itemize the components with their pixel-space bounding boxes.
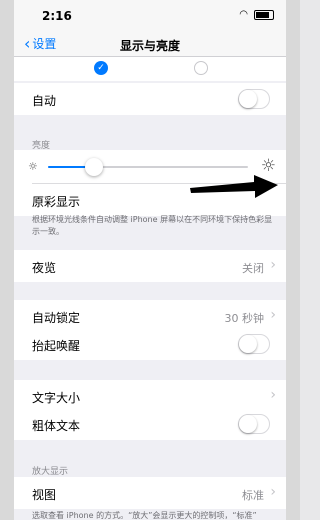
battery-icon [254,10,274,20]
appearance-dark-radio[interactable] [194,61,208,75]
zoom-section-label: 放大显示 [32,467,69,477]
page-title: 显示与亮度 [119,39,180,53]
raise-to-wake-label: 抬起唤醒 [32,339,81,353]
bold-text-toggle[interactable] [238,414,270,434]
auto-appearance-row[interactable]: 自动 [14,83,286,115]
appearance-light-checkmark-icon[interactable]: ✓ [94,61,108,75]
background-left [0,0,14,520]
wifi-icon: ◠ [239,9,248,20]
auto-label: 自动 [32,94,57,108]
status-bar: 2:16 ◠ [14,0,286,30]
chevron-right-icon: › [270,387,276,403]
auto-lock-value: 30 秒钟 [224,312,265,325]
zoom-view-value: 标准 [242,489,264,502]
status-time: 2:16 [42,9,72,23]
status-icons: ◠ [239,10,274,20]
navigation-bar: ‹ 设置 显示与亮度 [14,30,286,57]
annotation-arrow-icon [190,175,278,198]
auto-toggle[interactable] [238,89,270,109]
background-right [286,0,300,520]
raise-to-wake-row[interactable]: 抬起唤醒 [14,328,286,360]
zoom-view-row[interactable]: 视图 标准 › [14,477,286,509]
zoom-footer: 选取查看 iPhone 的方式。“放大”会显示更大的控制项，“标准” [32,511,257,520]
chevron-right-icon: › [270,307,276,323]
true-tone-footer: 根据环境光线条件自动调整 iPhone 屏幕以在不同环境下保持色彩显示一致。 [32,215,273,236]
brightness-slider-thumb[interactable] [85,158,103,176]
true-tone-label: 原彩显示 [32,195,81,209]
auto-lock-label: 自动锁定 [32,311,81,325]
chevron-right-icon: › [270,484,276,500]
appearance-selector: ✓ [14,57,286,81]
bold-text-row[interactable]: 粗体文本 [14,408,286,440]
brightness-slider[interactable] [48,158,248,176]
bold-text-label: 粗体文本 [32,419,81,433]
night-shift-label: 夜览 [32,261,57,275]
sun-small-icon: ☼ [28,160,38,173]
text-size-label: 文字大小 [32,391,81,405]
night-shift-value: 关闭 [242,262,264,275]
phone-screen: 2:16 ◠ ‹ 设置 显示与亮度 ✓ 自动 亮度 ☼ ☼ 原彩显示 根据环境光… [14,0,286,520]
zoom-view-label: 视图 [32,488,57,502]
chevron-right-icon: › [270,257,276,273]
raise-to-wake-toggle[interactable] [238,334,270,354]
night-shift-row[interactable]: 夜览 关闭 › [14,250,286,282]
